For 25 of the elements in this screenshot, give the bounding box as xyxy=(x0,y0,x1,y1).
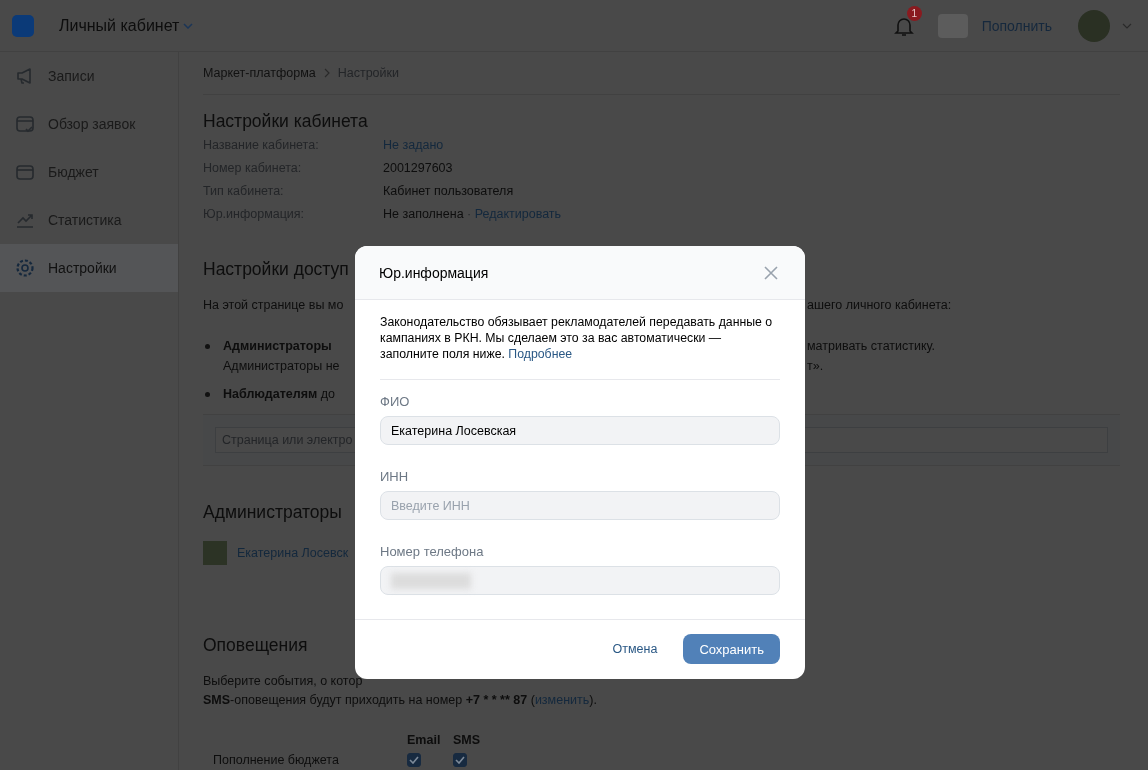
bullet-text: Администраторы не xyxy=(223,359,340,373)
field-label: ИНН xyxy=(380,469,410,484)
dialog-title: Юр.информация xyxy=(379,264,489,281)
field-label: Номер телефона xyxy=(380,544,485,559)
bullet-text: Администраторы xyxy=(223,339,332,353)
description-text: На этой странице вы мо xyxy=(203,298,345,312)
notification-badge: 1 xyxy=(906,5,922,21)
field-value: 2001297603 xyxy=(383,161,453,175)
field-label: ФИО xyxy=(380,394,411,409)
section-title: Оповещения xyxy=(203,635,308,656)
row-label: Пополнение бюджета xyxy=(213,753,340,767)
column-header: Email xyxy=(407,733,442,747)
bullet-text: матривать статистику. xyxy=(807,339,936,353)
description-text: ашего личного кабинета: xyxy=(807,298,953,312)
section-title: Администраторы xyxy=(203,502,342,523)
section-title: Настройки доступ xyxy=(203,259,349,280)
field-value: Не заполнена xyxy=(383,207,464,221)
section-title: Настройки кабинета xyxy=(203,111,368,132)
column-header: SMS xyxy=(453,733,482,747)
bullet-text: Наблюдателям до xyxy=(223,387,335,401)
dialog-text: Законодательство обязывает рекламодателей передавать данные о кампаниях в РКН. Мы сделаем это за вас автоматически — заполните поля ниже. Подробнее xyxy=(380,314,774,362)
field-value: Кабинет пользователя xyxy=(383,184,514,198)
bullet-text: т». xyxy=(807,359,824,373)
separator-dot: · xyxy=(467,207,472,221)
description-text: Выберите события, о котор xyxy=(203,674,363,688)
